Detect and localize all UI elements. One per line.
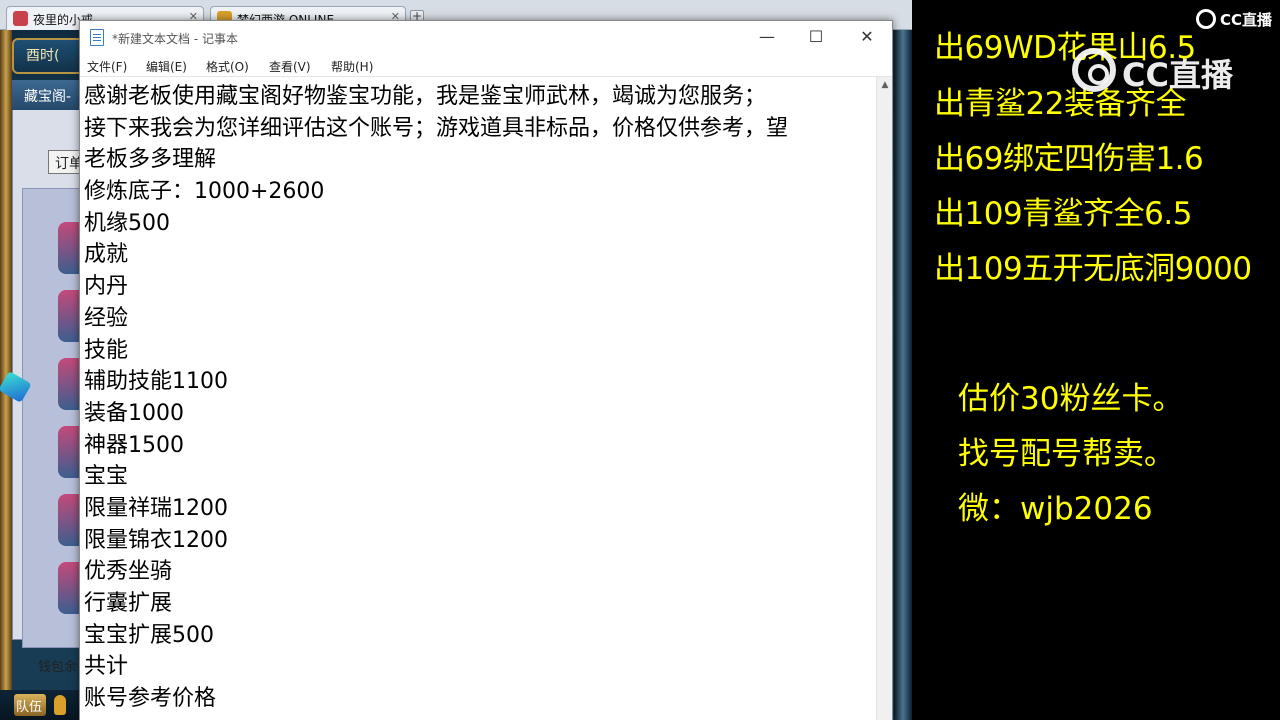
character-avatar[interactable] bbox=[58, 426, 80, 478]
notepad-window: *新建文本文档 - 记事本 — ☐ ✕ 文件(F) 编辑(E) 格式(O) 查看… bbox=[79, 20, 893, 720]
info-line: 估价30粉丝卡。 bbox=[958, 381, 1184, 417]
text-line: 宝宝扩展500 bbox=[84, 622, 214, 648]
character-avatar[interactable] bbox=[58, 290, 80, 342]
text-line: 辅助技能1100 bbox=[84, 369, 228, 395]
game-tab-icon bbox=[13, 11, 28, 26]
cc-logo-text: CC直播 bbox=[1220, 11, 1273, 29]
text-line: 接下来我会为您详细评估这个账号；游戏道具非标品，价格仅供参考，望 bbox=[84, 115, 789, 141]
text-line: 神器1500 bbox=[84, 432, 184, 458]
maximize-button[interactable]: ☐ bbox=[791, 21, 841, 53]
cc-watermark-text: CC直播 bbox=[1122, 56, 1233, 94]
text-line: 老板多多理解 bbox=[84, 147, 217, 173]
text-line: 修炼底子：1000+2600 bbox=[84, 179, 325, 205]
text-line: 装备1000 bbox=[84, 400, 184, 426]
info-line: 微：wjb2026 bbox=[958, 491, 1153, 527]
menu-format[interactable]: 格式(O) bbox=[206, 58, 249, 75]
cc-watermark-logo: CC直播 bbox=[1072, 48, 1242, 94]
text-line: 共计 bbox=[84, 654, 129, 680]
scroll-up-arrow-icon[interactable]: ▲ bbox=[877, 77, 893, 93]
text-line: 经验 bbox=[84, 305, 129, 331]
menu-edit[interactable]: 编辑(E) bbox=[146, 58, 187, 75]
character-avatar[interactable] bbox=[58, 494, 80, 546]
sale-line: 出69绑定四伤害1.6 bbox=[934, 141, 1204, 177]
close-button[interactable]: ✕ bbox=[842, 21, 892, 53]
character-avatar[interactable] bbox=[58, 562, 80, 614]
minimize-button[interactable]: — bbox=[742, 21, 792, 53]
sale-line: 出109五开无底洞9000 bbox=[934, 251, 1252, 287]
text-line: 技能 bbox=[84, 337, 129, 363]
text-line: 机缘500 bbox=[84, 210, 170, 236]
cc-logo-icon bbox=[1196, 9, 1216, 29]
sale-line: 出109青鲨齐全6.5 bbox=[934, 196, 1192, 232]
character-avatar[interactable] bbox=[58, 358, 80, 410]
notepad-menubar: 文件(F) 编辑(E) 格式(O) 查看(V) 帮助(H) bbox=[80, 53, 892, 77]
text-line: 行囊扩展 bbox=[84, 591, 173, 616]
text-line: 宝宝 bbox=[84, 464, 129, 490]
info-line: 找号配号帮卖。 bbox=[958, 436, 1175, 472]
character-avatar[interactable] bbox=[58, 222, 80, 274]
text-line: 限量锦衣1200 bbox=[84, 527, 228, 553]
notepad-text: 感谢老板使用藏宝阁好物鉴宝功能，我是鉴宝师武林，竭诚为您服务； 接下来我会为您详… bbox=[84, 81, 874, 715]
team-button[interactable]: 队伍 bbox=[14, 694, 46, 716]
notepad-text-area[interactable]: 感谢老板使用藏宝阁好物鉴宝功能，我是鉴宝师武林，竭诚为您服务； 接下来我会为您详… bbox=[80, 77, 876, 720]
notepad-icon bbox=[90, 29, 104, 46]
stream-overlay: CC直播 出69WD花果山6.5 出青鲨22装备齐全 出69绑定四伤害1.6 出… bbox=[912, 0, 1280, 720]
text-line: 成就 bbox=[84, 242, 129, 268]
cc-logo-icon bbox=[1072, 48, 1116, 92]
treasure-panel-title: 藏宝阁- bbox=[24, 89, 72, 105]
text-line: 限量祥瑞1200 bbox=[84, 495, 228, 521]
game-time-label: 酉时( bbox=[26, 48, 60, 64]
game-frame-border bbox=[894, 30, 912, 720]
menu-file[interactable]: 文件(F) bbox=[87, 58, 127, 75]
menu-help[interactable]: 帮助(H) bbox=[331, 58, 373, 75]
text-line: 内丹 bbox=[84, 274, 129, 300]
vertical-scrollbar[interactable]: ▲ bbox=[876, 77, 892, 720]
wallet-label: 钱包余 bbox=[38, 660, 78, 675]
menu-view[interactable]: 查看(V) bbox=[269, 58, 311, 75]
text-line: 账号参考价格 bbox=[84, 686, 217, 712]
text-line: 感谢老板使用藏宝阁好物鉴宝功能，我是鉴宝师武林，竭诚为您服务； bbox=[84, 84, 767, 109]
notepad-titlebar[interactable]: *新建文本文档 - 记事本 — ☐ ✕ bbox=[80, 21, 892, 53]
notepad-title: *新建文本文档 - 记事本 bbox=[112, 32, 238, 46]
text-line: 优秀坐骑 bbox=[84, 559, 173, 585]
microphone-icon[interactable] bbox=[54, 695, 66, 715]
